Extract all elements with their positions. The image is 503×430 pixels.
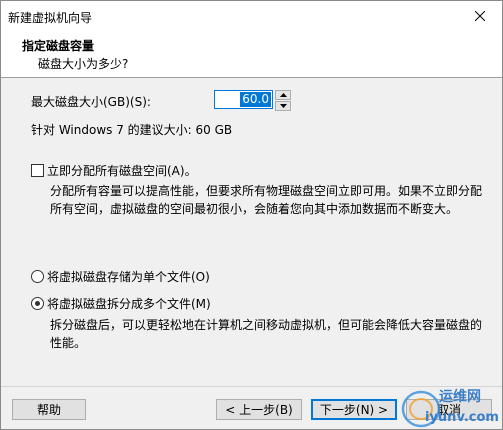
title-bar: 新建虚拟机向导 bbox=[1, 1, 502, 32]
wizard-header: 指定磁盘容量 磁盘大小为多少? bbox=[1, 32, 502, 78]
close-button[interactable] bbox=[458, 1, 502, 31]
spin-up-button[interactable] bbox=[275, 90, 291, 100]
recommended-size-text: 针对 Windows 7 的建议大小: 60 GB bbox=[31, 123, 233, 137]
multi-file-radio[interactable] bbox=[31, 297, 44, 310]
allocate-all-checkbox[interactable] bbox=[31, 164, 44, 177]
wizard-window: 新建虚拟机向导 指定磁盘容量 磁盘大小为多少? 最大磁盘大小(GB)(S): 6… bbox=[0, 0, 503, 430]
watermark-text-en: iyunv.com bbox=[425, 410, 499, 425]
spin-down-button[interactable] bbox=[275, 101, 291, 111]
single-file-radio[interactable] bbox=[31, 270, 44, 283]
back-button[interactable]: < 上一步(B) bbox=[216, 399, 302, 420]
allocate-all-label[interactable]: 立即分配所有磁盘空间(A)。 bbox=[47, 162, 197, 179]
next-button[interactable]: 下一步(N) > bbox=[311, 399, 397, 420]
watermark-text-cn: 运维网 bbox=[439, 388, 481, 405]
spin-down-icon bbox=[279, 104, 287, 108]
max-size-spinner[interactable] bbox=[275, 90, 291, 111]
max-size-input[interactable]: 60.0 bbox=[214, 90, 273, 109]
window-title: 新建虚拟机向导 bbox=[8, 11, 93, 25]
spin-up-icon bbox=[279, 93, 287, 97]
site-watermark-logo: 运维网 iyunv.com bbox=[401, 388, 499, 428]
max-size-value: 60.0 bbox=[240, 92, 271, 107]
help-button[interactable]: 帮助 bbox=[12, 399, 86, 420]
page-subtitle: 磁盘大小为多少? bbox=[38, 57, 129, 71]
multi-file-description: 拆分磁盘后，可以更轻松地在计算机之间移动虚拟机，但可能会降低大容量磁盘的性能。 bbox=[50, 318, 483, 350]
multi-file-label[interactable]: 将虚拟磁盘拆分成多个文件(M) bbox=[47, 295, 211, 312]
single-file-label[interactable]: 将虚拟磁盘存储为单个文件(O) bbox=[47, 268, 210, 285]
close-icon bbox=[475, 11, 485, 21]
max-size-label: 最大磁盘大小(GB)(S): bbox=[31, 95, 151, 109]
allocate-description: 分配所有容量可以提高性能，但要求所有物理磁盘空间立即可用。如果不立即分配所有空间… bbox=[50, 184, 483, 216]
page-title: 指定磁盘容量 bbox=[22, 39, 95, 53]
